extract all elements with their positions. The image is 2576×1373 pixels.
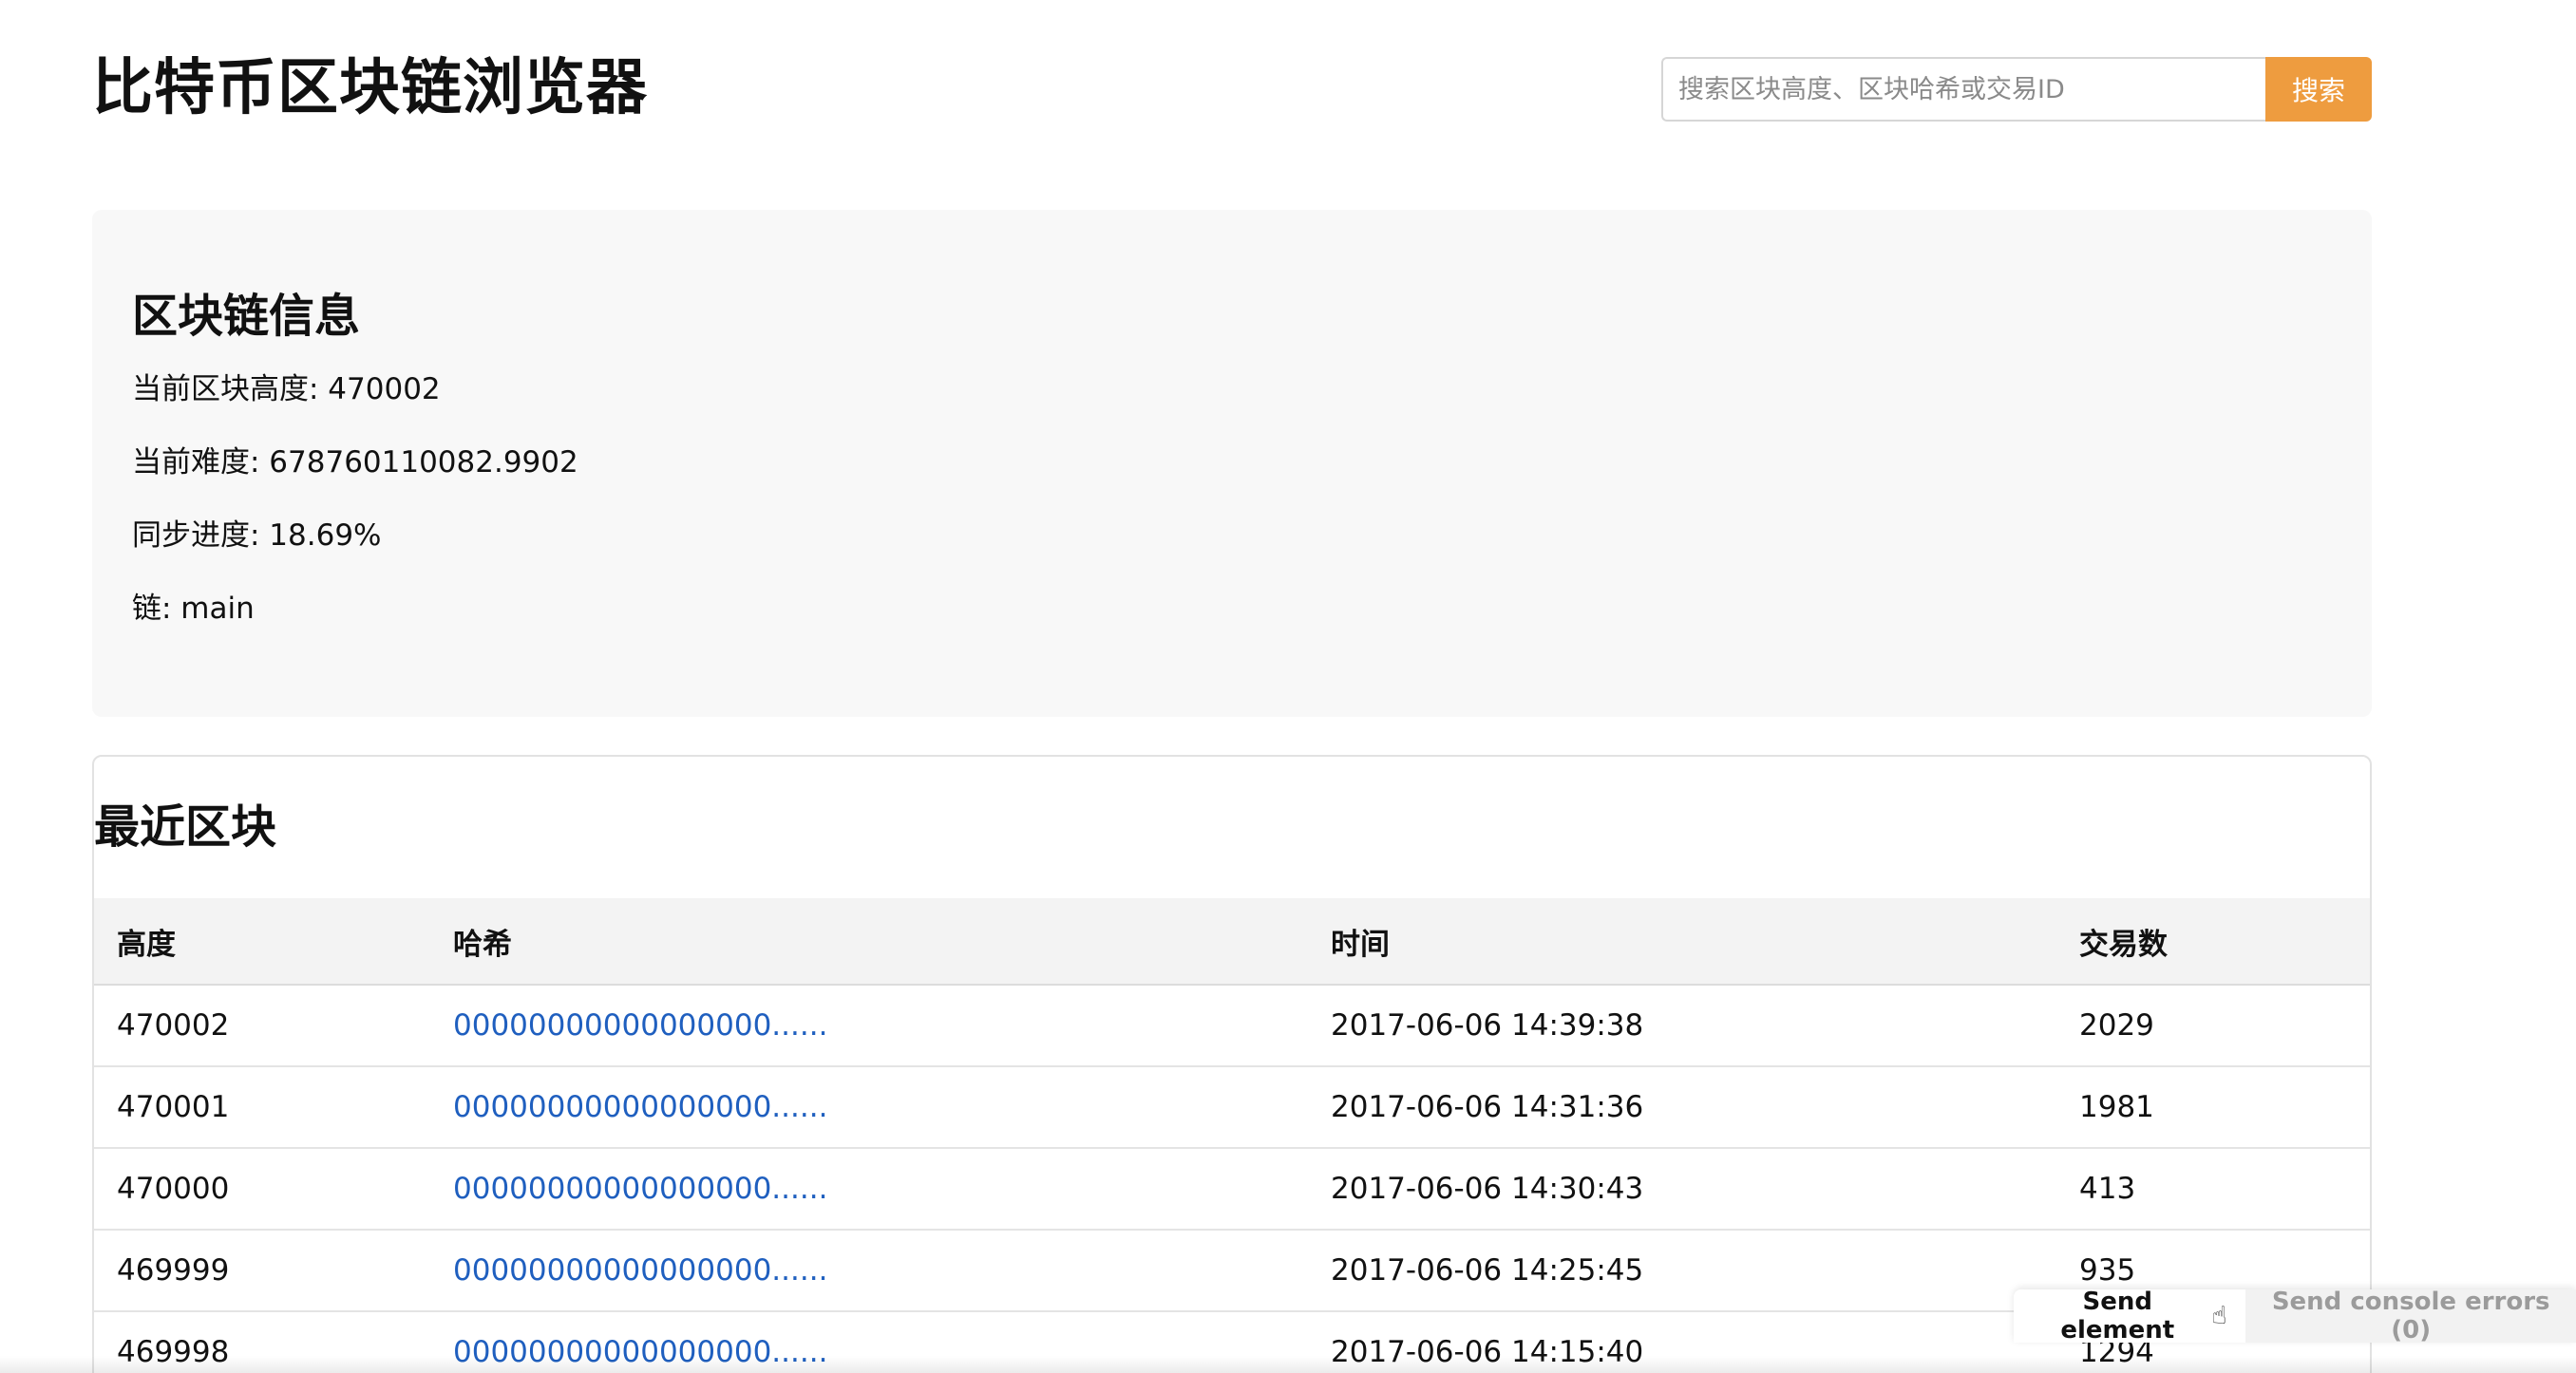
- table-row: 470002 00000000000000000...... 2017-06-0…: [94, 985, 2370, 1067]
- block-time: 2017-06-06 14:31:36: [1308, 1066, 2056, 1149]
- header: 比特币区块链浏览器 搜索: [92, 43, 2372, 138]
- block-tx-count: 2029: [2056, 985, 2370, 1067]
- chain-name: 链: main: [132, 592, 255, 626]
- block-hash-cell: 00000000000000000......: [430, 1230, 1308, 1312]
- block-hash-link[interactable]: 00000000000000000......: [453, 1008, 827, 1043]
- column-header-tx-count: 交易数: [2056, 898, 2370, 986]
- cursor-click-icon: ☝: [2211, 1302, 2227, 1330]
- blockchain-info-title: 区块链信息: [132, 290, 361, 343]
- block-tx-count: 1981: [2056, 1066, 2370, 1149]
- send-element-button[interactable]: Send element ☝: [2014, 1289, 2246, 1343]
- search-bar: 搜索: [1661, 57, 2372, 122]
- block-hash-link[interactable]: 00000000000000000......: [453, 1253, 827, 1288]
- table-header-row: 高度 哈希 时间 交易数: [94, 898, 2370, 986]
- column-header-height: 高度: [94, 898, 430, 986]
- table-row: 470001 00000000000000000...... 2017-06-0…: [94, 1066, 2370, 1149]
- bottom-edge-shadow: [0, 1356, 2576, 1373]
- block-height: 470000: [94, 1148, 430, 1231]
- recent-blocks-card: 最近区块 高度 哈希 时间 交易数 470002 000000000000000…: [92, 755, 2372, 1373]
- sync-progress: 同步进度: 18.69%: [132, 518, 382, 553]
- recent-blocks-title: 最近区块: [94, 800, 277, 854]
- current-difficulty: 当前难度: 678760110082.9902: [132, 445, 578, 480]
- page: 比特币区块链浏览器 搜索 区块链信息 当前区块高度: 470002 当前难度: …: [0, 0, 2576, 1373]
- devtools-toolbar: Send element ☝ Send console errors (0): [2014, 1289, 2576, 1343]
- search-button[interactable]: 搜索: [2265, 57, 2372, 122]
- send-element-label: Send element: [2060, 1289, 2175, 1343]
- block-height: 470001: [94, 1066, 430, 1149]
- send-console-errors-button[interactable]: Send console errors (0): [2245, 1289, 2576, 1343]
- blockchain-info-card: 区块链信息 当前区块高度: 470002 当前难度: 678760110082.…: [92, 210, 2372, 717]
- block-tx-count: 413: [2056, 1148, 2370, 1231]
- block-hash-cell: 00000000000000000......: [430, 1066, 1308, 1149]
- column-header-hash: 哈希: [430, 898, 1308, 986]
- block-height: 470002: [94, 985, 430, 1067]
- table-row: 470000 00000000000000000...... 2017-06-0…: [94, 1148, 2370, 1231]
- block-hash-link[interactable]: 00000000000000000......: [453, 1090, 827, 1124]
- search-input[interactable]: [1661, 57, 2265, 122]
- app-title: 比特币区块链浏览器: [92, 53, 648, 123]
- block-time: 2017-06-06 14:39:38: [1308, 985, 2056, 1067]
- block-hash-cell: 00000000000000000......: [430, 1148, 1308, 1231]
- block-time: 2017-06-06 14:25:45: [1308, 1230, 2056, 1312]
- column-header-time: 时间: [1308, 898, 2056, 986]
- block-height: 469999: [94, 1230, 430, 1312]
- block-time: 2017-06-06 14:30:43: [1308, 1148, 2056, 1231]
- block-hash-cell: 00000000000000000......: [430, 985, 1308, 1067]
- current-block-height: 当前区块高度: 470002: [132, 372, 441, 406]
- block-hash-link[interactable]: 00000000000000000......: [453, 1172, 827, 1206]
